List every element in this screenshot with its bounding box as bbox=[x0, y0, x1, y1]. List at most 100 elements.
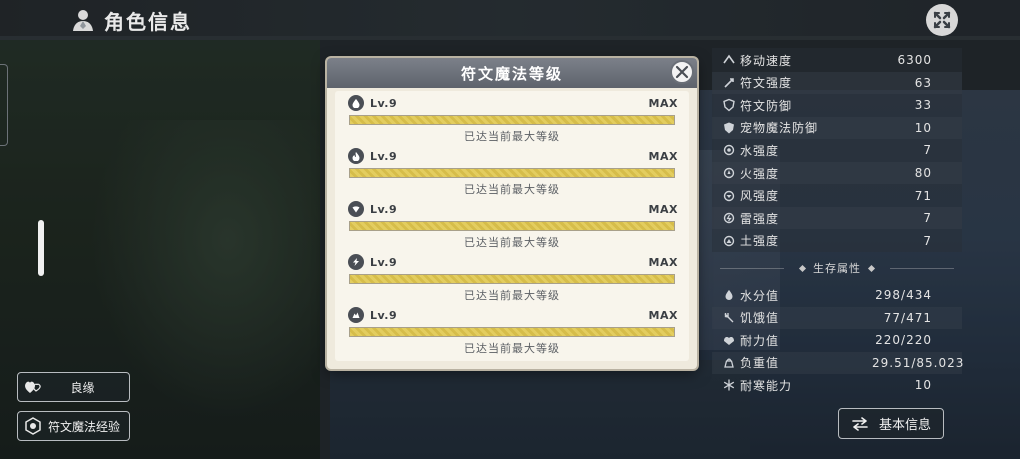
rune-level-row: Lv.9 MAX 已达当前最大等级 bbox=[335, 250, 689, 303]
rune-status-note: 已达当前最大等级 bbox=[464, 183, 560, 196]
side-tab[interactable] bbox=[0, 64, 8, 146]
rune-exp-label: 符文魔法经验 bbox=[48, 419, 121, 434]
stat-row: 移动速度 6300 bbox=[712, 49, 962, 71]
rune-icon bbox=[25, 417, 41, 435]
lightning-icon bbox=[348, 254, 364, 270]
page-header: 角色信息 bbox=[70, 4, 192, 36]
basic-info-label: 基本信息 bbox=[878, 418, 931, 433]
stamina-icon bbox=[722, 333, 736, 347]
stats-panel: 移动速度 6300 符文强度 63 符文防御 33 宠物魔法防御 10 水强度 7 火强度 80 风强度… bbox=[712, 48, 965, 404]
stat-label: 风强度 bbox=[740, 189, 780, 204]
stat-value: 10 bbox=[914, 378, 932, 393]
stat-label: 移动速度 bbox=[740, 53, 793, 68]
rune-level: Lv.9 bbox=[370, 308, 398, 322]
stat-value: 33 bbox=[914, 98, 932, 113]
rune-progress-bar bbox=[349, 168, 675, 178]
stat-label: 负重值 bbox=[740, 356, 780, 371]
rune-level: Lv.9 bbox=[370, 202, 398, 216]
stat-row: 耐力值 220/220 bbox=[712, 329, 962, 351]
rune-defense-icon bbox=[722, 98, 736, 112]
stat-row: 符文强度 63 bbox=[712, 71, 962, 94]
stat-row: 土强度 7 bbox=[712, 230, 962, 252]
stat-label: 耐寒能力 bbox=[740, 378, 793, 393]
rune-magic-level-dialog: 符文魔法等级 Lv.9 MAX 已达当前最大等级 Lv.9 MAX 已达当前最大等级 Lv.… bbox=[327, 58, 697, 369]
rune-status-note: 已达当前最大等级 bbox=[464, 342, 560, 355]
stat-label: 火强度 bbox=[740, 166, 780, 181]
stat-value: 6300 bbox=[897, 53, 932, 67]
dialog-title: 符文魔法等级 bbox=[460, 64, 563, 83]
rune-progress-bar bbox=[349, 327, 675, 337]
affinity-button[interactable]: 良缘 bbox=[17, 372, 130, 402]
rune-level: Lv.9 bbox=[370, 149, 398, 163]
close-button[interactable] bbox=[926, 4, 958, 36]
dialog-close-button[interactable] bbox=[670, 60, 694, 84]
flame-icon bbox=[348, 148, 364, 164]
rune-level-row: Lv.9 MAX 已达当前最大等级 bbox=[335, 91, 689, 144]
thunder-icon bbox=[722, 211, 736, 225]
stat-row: 水强度 7 bbox=[712, 139, 962, 161]
rune-status-note: 已达当前最大等级 bbox=[464, 130, 560, 143]
stat-value: 29.51/85.023 bbox=[872, 355, 965, 370]
stat-row: 负重值 29.51/85.023 bbox=[712, 351, 965, 374]
stat-label: 符文强度 bbox=[740, 76, 793, 91]
rune-max-label: MAX bbox=[648, 96, 678, 110]
snowflake-icon bbox=[722, 378, 736, 392]
stat-row: 符文防御 33 bbox=[712, 94, 962, 116]
rune-status-note: 已达当前最大等级 bbox=[464, 289, 560, 302]
drag-handle[interactable] bbox=[38, 220, 44, 276]
stat-label: 土强度 bbox=[740, 234, 780, 249]
earth-icon bbox=[722, 234, 736, 248]
rune-progress-fill bbox=[350, 328, 674, 336]
stat-label: 宠物魔法防御 bbox=[740, 121, 819, 136]
rune-level: Lv.9 bbox=[370, 96, 398, 110]
stat-value: 80 bbox=[914, 166, 932, 180]
survival-divider: 生存属性 bbox=[712, 260, 962, 276]
weight-icon bbox=[722, 356, 736, 370]
stat-label: 雷强度 bbox=[740, 211, 780, 226]
rune-max-label: MAX bbox=[648, 308, 678, 322]
stat-value: 7 bbox=[923, 143, 932, 158]
stat-value: 7 bbox=[923, 211, 932, 226]
close-icon bbox=[675, 65, 689, 79]
rune-max-label: MAX bbox=[648, 149, 678, 163]
page-title: 角色信息 bbox=[104, 9, 192, 34]
stat-row: 饥饿值 77/471 bbox=[712, 306, 962, 329]
fire-icon bbox=[722, 166, 736, 180]
swap-icon bbox=[852, 416, 868, 431]
rune-level: Lv.9 bbox=[370, 255, 398, 269]
speed-icon bbox=[722, 53, 736, 67]
water-drop-icon bbox=[722, 288, 736, 302]
pet-defense-icon bbox=[722, 121, 736, 135]
hunger-icon bbox=[722, 311, 736, 325]
rune-progress-fill bbox=[350, 169, 674, 177]
basic-info-button[interactable]: 基本信息 bbox=[838, 408, 944, 439]
rune-level-row: Lv.9 MAX 已达当前最大等级 bbox=[335, 197, 689, 250]
rune-list: Lv.9 MAX 已达当前最大等级 Lv.9 MAX 已达当前最大等级 Lv.9 MAX 已达当… bbox=[335, 91, 689, 361]
stat-row: 宠物魔法防御 10 bbox=[712, 116, 962, 139]
rune-progress-fill bbox=[350, 275, 674, 283]
hearts-icon bbox=[25, 381, 41, 393]
stat-row: 火强度 80 bbox=[712, 162, 962, 184]
rune-exp-button[interactable]: 符文魔法经验 bbox=[17, 411, 130, 441]
rune-progress-bar bbox=[349, 274, 675, 284]
stat-value: 71 bbox=[914, 188, 932, 203]
stat-row: 雷强度 7 bbox=[712, 207, 962, 230]
rune-progress-fill bbox=[350, 116, 674, 124]
rune-progress-bar bbox=[349, 115, 675, 125]
close-icon bbox=[933, 11, 951, 29]
stat-value: 220/220 bbox=[875, 333, 932, 348]
stat-row: 耐寒能力 10 bbox=[712, 374, 962, 396]
stat-row: 水分值 298/434 bbox=[712, 284, 962, 306]
character-icon bbox=[73, 10, 93, 31]
rune-progress-fill bbox=[350, 222, 674, 230]
rune-level-row: Lv.9 MAX 已达当前最大等级 bbox=[335, 144, 689, 197]
rune-strength-icon bbox=[722, 76, 736, 90]
water-icon bbox=[722, 143, 736, 157]
stat-label: 耐力值 bbox=[740, 333, 780, 348]
dialog-header: 符文魔法等级 bbox=[327, 58, 697, 88]
stat-value: 7 bbox=[923, 233, 932, 248]
rune-max-label: MAX bbox=[648, 255, 678, 269]
stat-value: 63 bbox=[914, 75, 932, 90]
stat-row: 风强度 71 bbox=[712, 185, 962, 207]
wind-icon bbox=[722, 189, 736, 203]
